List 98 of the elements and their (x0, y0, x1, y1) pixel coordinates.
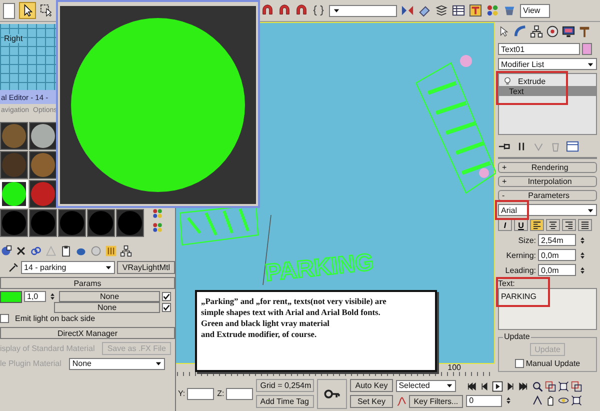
rollout-header[interactable]: Params (0, 277, 175, 289)
select-region-icon[interactable] (40, 4, 53, 17)
map-button[interactable]: None (59, 291, 160, 302)
hierarchy-tab-icon[interactable] (530, 25, 543, 38)
callout-text: „Parking” and „for rent„ texts(not very visibile) are simple shapes text with Arial and Arial Bold fonts. Green and black light vray material and Extrude modifier, of course. (201, 296, 388, 340)
four-dots-icon[interactable] (486, 4, 499, 17)
font-dropdown[interactable]: Arial (498, 204, 597, 216)
set-key-button[interactable]: Set Key (350, 395, 393, 408)
key-button[interactable] (317, 378, 348, 408)
dropdown[interactable] (3, 2, 15, 18)
maximize-icon[interactable] (571, 395, 582, 406)
option-label: le Plugin Material (0, 359, 62, 368)
key-curve-icon[interactable] (396, 396, 407, 406)
key-mode-dropdown[interactable]: Selected (396, 380, 456, 392)
style-button[interactable] (578, 219, 592, 231)
frame-label: 100 (448, 364, 461, 372)
spinner-icon[interactable] (578, 236, 587, 244)
color-swatch[interactable] (0, 290, 22, 302)
create-tab-icon[interactable] (498, 25, 511, 38)
material-type-button[interactable]: VRayLightMtl (117, 261, 175, 274)
checkbox[interactable] (162, 303, 171, 312)
key-filters-button[interactable]: Key Filters... (408, 394, 464, 408)
pillars-icon[interactable] (105, 245, 117, 257)
spinner-icon[interactable] (48, 292, 57, 301)
magnet-icon[interactable] (295, 4, 308, 17)
caret-icon (154, 359, 164, 368)
field-label: Size: (518, 236, 536, 244)
next-frame-icon[interactable] (505, 380, 516, 392)
spinner-icon[interactable] (578, 250, 587, 260)
table-icon[interactable] (452, 4, 465, 17)
checkbox[interactable] (514, 359, 524, 368)
layers-icon[interactable] (435, 4, 448, 17)
play-icon[interactable] (492, 380, 504, 392)
spinner-icon[interactable] (578, 266, 587, 274)
number-field[interactable]: 1,0 (24, 291, 46, 302)
clipboard-icon[interactable] (60, 245, 72, 257)
style-button[interactable]: I (498, 219, 512, 231)
text-area[interactable]: PARKING (498, 288, 597, 330)
field-label: Leading: (505, 266, 536, 274)
zoom-icon[interactable] (532, 381, 544, 392)
caret-icon (104, 263, 114, 272)
material-name-dropdown[interactable]: 14 - parking (21, 261, 116, 274)
grid-status: Grid = 0,254m (256, 379, 314, 392)
number-field[interactable]: 0,0m (538, 249, 576, 261)
eraser-icon[interactable] (418, 4, 431, 17)
viewport-label: Right (4, 34, 23, 43)
style-button[interactable]: U (514, 219, 528, 231)
spinner-icon[interactable] (504, 396, 514, 405)
zoom-all-icon[interactable] (545, 381, 556, 392)
stack-item[interactable]: Text (499, 86, 596, 96)
coord-label: Y: (178, 389, 186, 398)
selection-set-dropdown[interactable] (329, 4, 397, 16)
checkbox-label: Emit light on back side (15, 314, 96, 323)
option-label: isplay of Standard Material (0, 344, 95, 353)
caret-icon (444, 381, 454, 390)
view-dropdown[interactable]: View (520, 4, 550, 18)
go-parent-icon[interactable] (120, 245, 132, 257)
stack-item[interactable]: Extrude (499, 76, 596, 86)
field-label: Kerning: (506, 250, 536, 260)
style-button[interactable] (546, 219, 560, 231)
field-label: Text: (498, 279, 516, 288)
rollout-header[interactable]: - Parameters (498, 190, 597, 201)
object-color-swatch[interactable] (582, 43, 592, 55)
go-to-end-icon[interactable] (518, 380, 530, 392)
coord-field[interactable] (187, 388, 214, 400)
eyedropper-icon[interactable] (8, 262, 19, 273)
number-field[interactable]: 0,0m (538, 264, 576, 276)
checkbox[interactable] (0, 314, 9, 323)
number-field[interactable]: 2,54m (538, 234, 576, 246)
previous-frame-icon[interactable] (479, 380, 490, 392)
magnet-icon[interactable] (261, 4, 274, 17)
map-button[interactable]: None (54, 302, 160, 313)
orbit-icon[interactable] (558, 395, 570, 406)
style-button[interactable] (530, 219, 544, 231)
coord-field[interactable] (226, 388, 254, 400)
go-to-start-icon[interactable] (466, 380, 478, 392)
lightbulb-icon[interactable] (503, 76, 512, 86)
style-button[interactable] (562, 219, 576, 231)
braces-icon[interactable] (312, 4, 325, 17)
checkbox-label: Manual Update (526, 359, 580, 368)
field-of-view-icon[interactable] (532, 395, 544, 406)
time-tag-button[interactable]: Add Time Tag (256, 395, 314, 408)
rollout-header[interactable]: + Rendering (498, 162, 597, 173)
checkbox[interactable] (162, 292, 171, 301)
auto-key-button[interactable]: Auto Key (350, 379, 393, 392)
magnet-icon[interactable] (278, 4, 291, 17)
coord-label: Z: (217, 389, 224, 398)
frame-field[interactable]: 0 (466, 394, 502, 406)
group-title: Update (503, 332, 531, 341)
object-name-field[interactable]: Text01 (498, 43, 580, 55)
rollout-header[interactable]: + Interpolation (498, 176, 597, 187)
link-icon[interactable] (30, 245, 42, 257)
mirror-icon[interactable] (401, 4, 414, 17)
close-icon[interactable] (15, 245, 27, 257)
display-tab-icon[interactable] (562, 25, 575, 38)
caret-icon (332, 6, 341, 15)
modifier-list-dropdown[interactable]: Modifier List (498, 58, 597, 70)
scene-text: PARKING (264, 248, 375, 287)
